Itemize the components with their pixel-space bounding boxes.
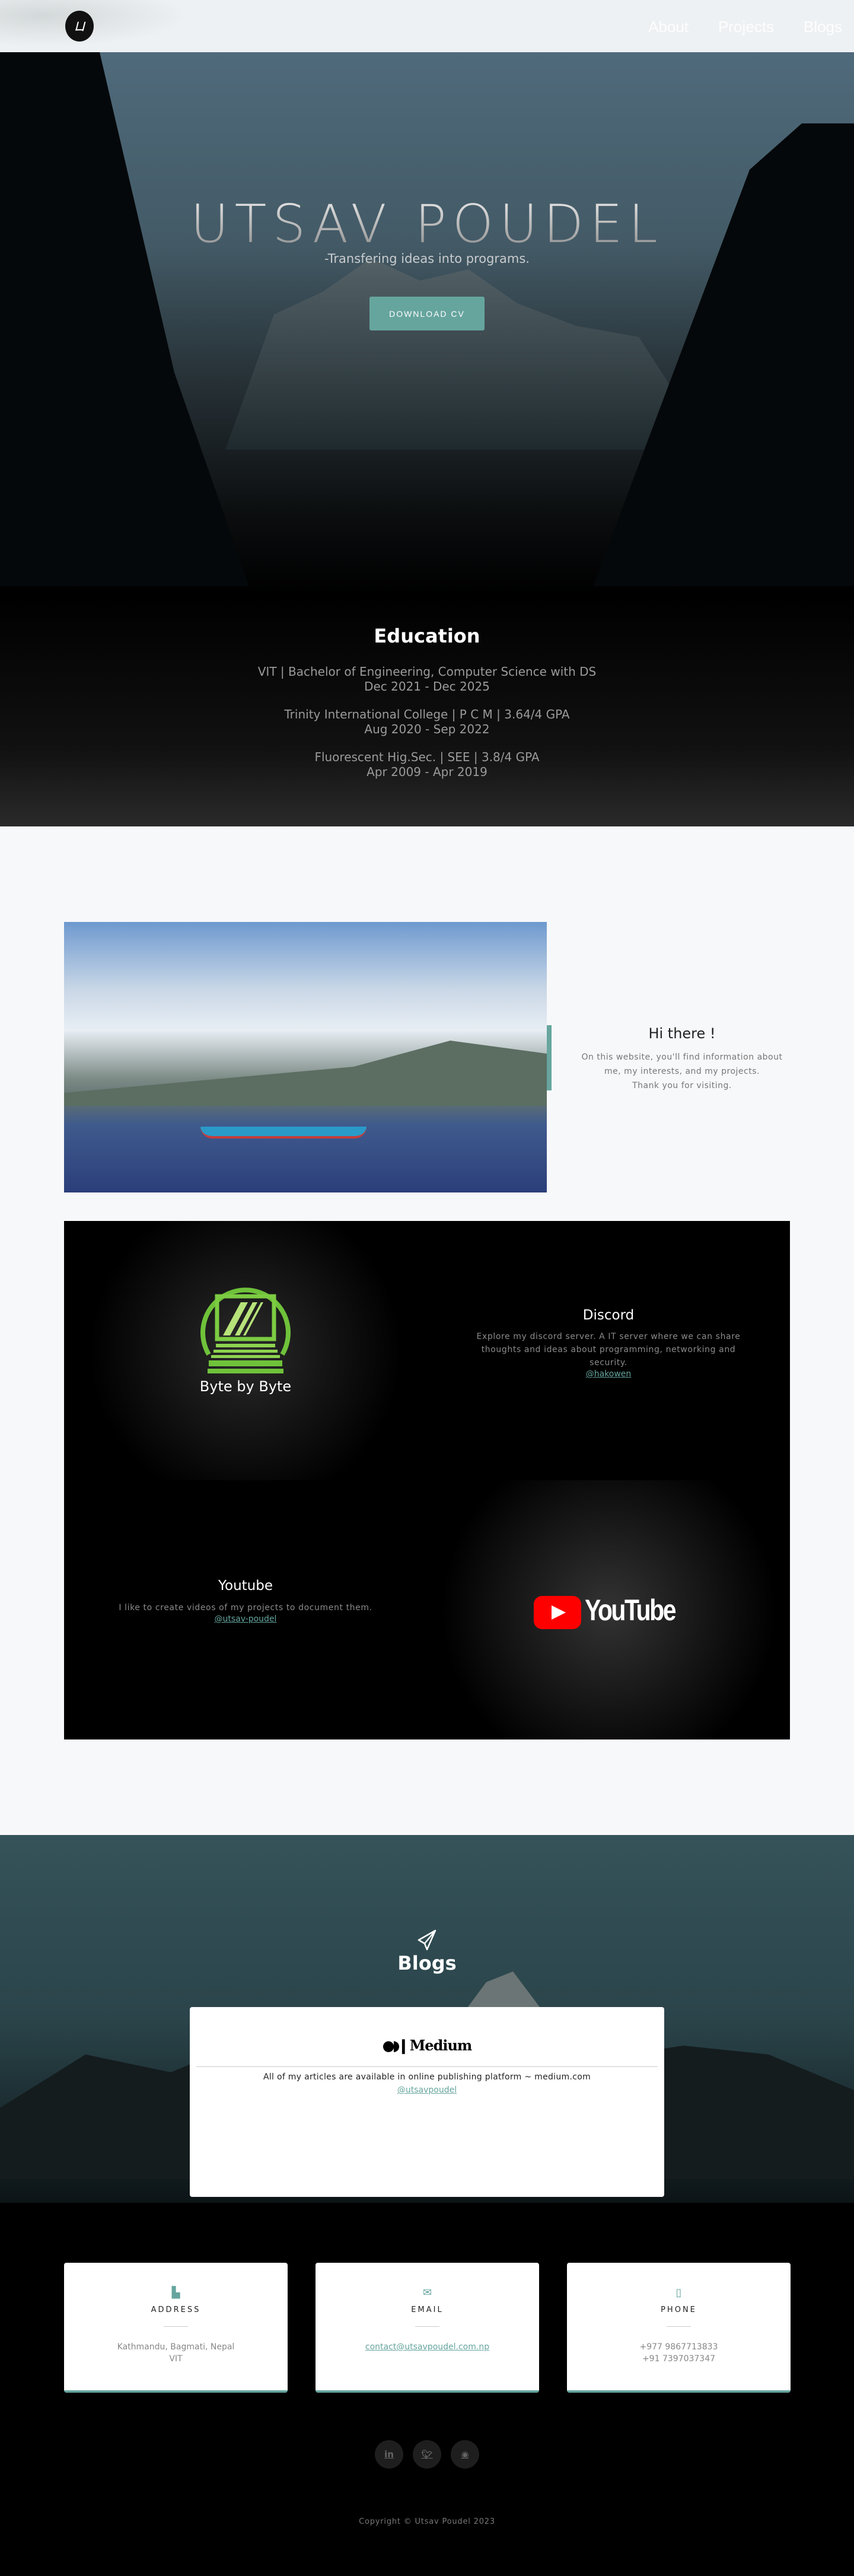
hero-subtitle: -Transfering ideas into programs. — [324, 252, 530, 266]
education-dates: Aug 2020 - Sep 2022 — [364, 722, 490, 736]
github-icon[interactable]: ◉ — [451, 2440, 479, 2469]
copyright: Copyright © Utsav Poudel 2023 — [359, 2517, 495, 2526]
linkedin-icon[interactable]: in — [375, 2440, 403, 2469]
phone-number: +977 9867713833 — [639, 2342, 718, 2352]
education-heading: Education — [374, 625, 480, 647]
map-icon: ▙ — [171, 2286, 180, 2299]
youtube-logo-cell[interactable]: YouTube — [427, 1480, 790, 1739]
education-school: Fluorescent Hig.Sec. | SEE | 3.8/4 GPA — [314, 750, 540, 764]
contact-value: Kathmandu, Bagmati, Nepal VIT — [64, 2341, 288, 2365]
navbar: ㄩ About Projects Blogs — [0, 0, 854, 52]
hero-title: UTSAV POUDEL — [0, 193, 854, 255]
medium-link-wrap: @utsavpoudel — [190, 2085, 664, 2095]
youtube-title: Youtube — [218, 1578, 273, 1594]
contact-label: PHONE — [661, 2305, 697, 2314]
about-line: Thank you for visiting. — [632, 1081, 732, 1090]
discord-desc: Explore my discord server. A IT server w… — [476, 1332, 741, 1367]
youtube-desc: I like to create videos of my projects t… — [119, 1603, 372, 1613]
nav-projects[interactable]: Projects — [718, 18, 774, 36]
medium-wordmark: Medium — [409, 2037, 473, 2054]
divider — [667, 2326, 691, 2327]
byte-by-byte-cell: Byte by Byte — [64, 1221, 427, 1480]
youtube-cell: Youtube I like to create videos of my pr… — [64, 1480, 427, 1739]
education-item: Fluorescent Hig.Sec. | SEE | 3.8/4 GPA Ap… — [0, 750, 854, 780]
discord-title: Discord — [582, 1308, 635, 1323]
medium-card: ●◗❙ Medium All of my articles are availa… — [190, 2007, 664, 2197]
twitter-icon[interactable]: 🐦︎ — [413, 2440, 441, 2469]
nav-about[interactable]: About — [648, 18, 689, 36]
site-logo[interactable]: ㄩ — [65, 11, 94, 42]
education-dates: Apr 2009 - Apr 2019 — [367, 765, 487, 779]
discord-cell: Discord Explore my discord server. A IT … — [427, 1221, 790, 1480]
hero-section: UTSAV POUDEL -Transfering ideas into pro… — [0, 52, 854, 826]
email-link[interactable]: contact@utsavpoudel.com.np — [365, 2342, 489, 2352]
forest-left — [0, 52, 249, 586]
about-heading: Hi there ! — [648, 1025, 716, 1042]
youtube-link-wrap: @utsav-poudel — [64, 1614, 427, 1624]
about-text: On this website, you'll find information… — [569, 1050, 795, 1093]
byte-by-byte-logo-icon — [200, 1287, 291, 1373]
contact-card-email: ✉ EMAIL contact@utsavpoudel.com.np — [316, 2263, 539, 2393]
contact-card-phone: ▯ PHONE +977 9867713833 +91 7397037347 — [567, 2263, 791, 2393]
education-school: VIT | Bachelor of Engineering, Computer … — [257, 664, 597, 679]
education-item: VIT | Bachelor of Engineering, Computer … — [0, 664, 854, 694]
medium-link[interactable]: @utsavpoudel — [397, 2085, 457, 2095]
divider — [164, 2326, 188, 2327]
byte-by-byte-label: Byte by Byte — [199, 1378, 292, 1395]
nav-links: About Projects Blogs — [648, 18, 842, 36]
envelope-icon: ✉ — [422, 2286, 432, 2299]
divider — [415, 2326, 439, 2327]
blogs-desc: All of my articles are available in onli… — [263, 2072, 591, 2082]
navbar-background — [0, 0, 214, 52]
contact-label: ADDRESS — [151, 2305, 201, 2314]
mobile-icon: ▯ — [675, 2286, 682, 2299]
contact-value: +977 9867713833 +91 7397037347 — [567, 2341, 791, 2365]
address-line: Kathmandu, Bagmati, Nepal — [117, 2342, 235, 2352]
education-dates: Dec 2021 - Dec 2025 — [364, 679, 490, 694]
education-item: Trinity International College | P C M | … — [0, 707, 854, 737]
about-line: On this website, you'll find information… — [581, 1052, 783, 1062]
boat — [200, 1127, 367, 1138]
blogs-heading: Blogs — [397, 1952, 457, 1974]
youtube-wordmark: YouTube — [585, 1594, 677, 1627]
paper-plane-icon — [418, 1929, 436, 1951]
download-cv-button[interactable]: DOWNLOAD CV — [369, 297, 485, 330]
discord-link-wrap: @hakowen — [427, 1369, 790, 1379]
divider — [196, 2066, 658, 2067]
discord-link[interactable]: @hakowen — [586, 1369, 632, 1379]
hill — [64, 1041, 547, 1106]
boat-lake-photo — [64, 922, 547, 1192]
medium-logo[interactable]: ●◗❙ Medium — [190, 2037, 664, 2054]
education-school: Trinity International College | P C M | … — [284, 707, 570, 721]
youtube-link[interactable]: @utsav-poudel — [215, 1614, 277, 1624]
address-line: VIT — [169, 2354, 183, 2364]
contact-card-address: ▙ ADDRESS Kathmandu, Bagmati, Nepal VIT — [64, 2263, 288, 2393]
contact-label: EMAIL — [411, 2305, 444, 2314]
about-line: me, my interests, and my projects. — [604, 1067, 760, 1076]
phone-number: +91 7397037347 — [642, 2354, 716, 2364]
nav-blogs[interactable]: Blogs — [804, 18, 842, 36]
contact-value: contact@utsavpoudel.com.np — [316, 2341, 539, 2353]
accent-bar — [547, 1025, 552, 1090]
youtube-play-icon — [534, 1596, 581, 1629]
